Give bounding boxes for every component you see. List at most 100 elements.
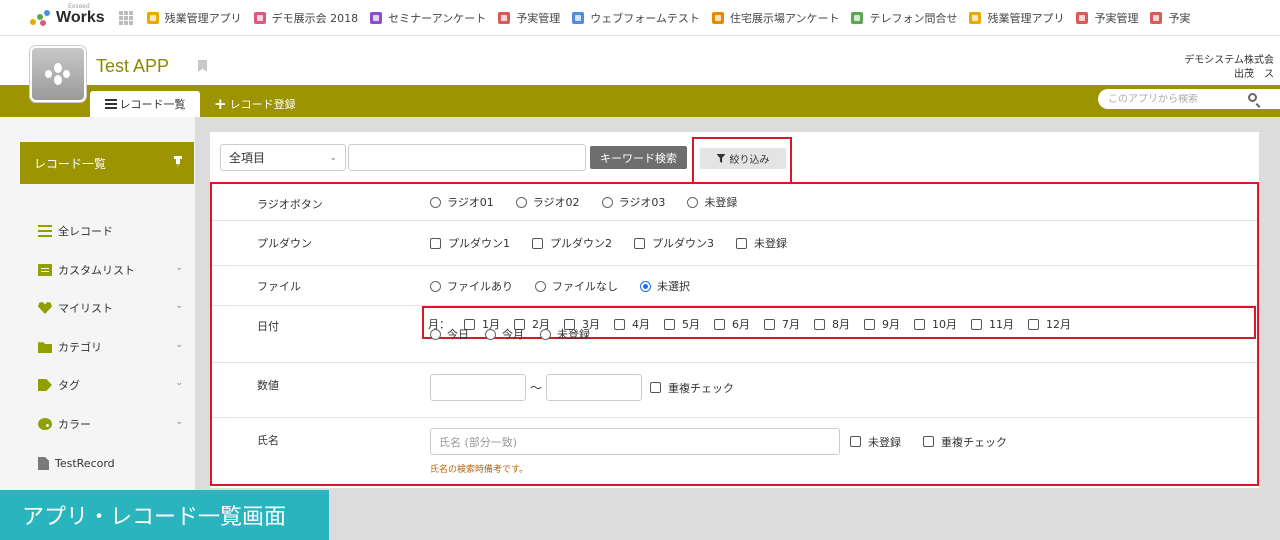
radio-radio[interactable] [430, 196, 441, 208]
month-checkbox[interactable] [614, 318, 625, 330]
bookmark-label: セミナーアンケート [388, 11, 487, 25]
dropdown-checkbox[interactable] [430, 237, 441, 249]
sidebar-item-label: TestRecord [55, 457, 115, 470]
month-option[interactable]: 4月 [614, 316, 650, 332]
user-info[interactable]: デモシステム株式会 出茂 ス [1184, 54, 1274, 82]
month-checkbox[interactable] [971, 318, 982, 330]
sidebar-header[interactable]: レコード一覧 [20, 142, 194, 184]
file-option[interactable]: ファイルあり [430, 278, 513, 294]
file-radio[interactable] [535, 280, 546, 292]
month-checkbox[interactable] [914, 318, 925, 330]
radio-radio[interactable] [687, 196, 699, 208]
filter-row-number: 数値 ～ 重複チェック [212, 363, 1257, 418]
bookmark-item[interactable]: テレフォン問合せ [851, 10, 957, 26]
radio-option[interactable]: 未登録 [687, 194, 737, 210]
funnel-icon [716, 154, 726, 163]
name-dup-check-checkbox[interactable] [923, 436, 934, 447]
app-grid-icon[interactable] [118, 10, 133, 25]
dropdown-option[interactable]: プルダウン2 [532, 235, 612, 251]
sidebar-item-category[interactable]: カテゴリ ⌄ [38, 339, 183, 355]
app-search-input[interactable] [1098, 93, 1238, 105]
sidebar-item-tag[interactable]: タグ ⌄ [38, 377, 183, 393]
sidebar-item-my-list[interactable]: マイリスト ⌄ [38, 300, 183, 316]
chevron-down-icon[interactable]: ⌄ [175, 263, 183, 273]
works-logo[interactable]: Exseed Works [30, 3, 105, 27]
file-option[interactable]: 未選択 [640, 278, 690, 294]
radio-radio[interactable] [515, 196, 527, 208]
bookmark-item[interactable]: ウェブフォームテスト [572, 10, 700, 26]
dropdown-option[interactable]: プルダウン3 [634, 235, 714, 251]
month-checkbox[interactable] [864, 318, 875, 330]
number-max-input[interactable] [546, 374, 643, 401]
month-option[interactable]: 12月 [1028, 316, 1071, 332]
bookmark-icon[interactable] [198, 60, 207, 72]
date-extra-option[interactable]: 未登録 [540, 326, 590, 342]
date-extra-option[interactable]: 今日 [430, 326, 469, 342]
chevron-down-icon[interactable]: ⌄ [175, 417, 183, 427]
month-checkbox[interactable] [1028, 318, 1039, 330]
filter-row-radio: ラジオボタン ラジオ01 ラジオ02 ラジオ03 未登録 [212, 184, 1257, 221]
checkbox-label: 未登録 [868, 435, 901, 449]
keyword-search-button[interactable]: キーワード検索 [590, 146, 687, 169]
logo-subtext: Exseed [68, 2, 90, 10]
month-option[interactable]: 7月 [764, 316, 800, 332]
chevron-down-icon[interactable]: ⌄ [175, 301, 183, 311]
dropdown-checkbox[interactable] [532, 237, 543, 249]
filter-label: 氏名 [257, 434, 279, 447]
radio-option[interactable]: ラジオ03 [601, 194, 665, 210]
file-radio[interactable] [640, 280, 651, 292]
month-option[interactable]: 11月 [971, 316, 1014, 332]
month-option[interactable]: 9月 [864, 316, 900, 332]
dropdown-option[interactable]: 未登録 [736, 235, 787, 251]
bookmark-item[interactable]: 残業管理アプリ [146, 10, 242, 26]
bookmark-item[interactable]: セミナーアンケート [370, 10, 486, 26]
sidebar-item-color[interactable]: カラー ⌄ [38, 416, 183, 432]
file-radio[interactable] [430, 280, 441, 292]
sidebar-item-all-records[interactable]: 全レコード [38, 223, 183, 239]
date-extra-radio[interactable] [540, 328, 551, 340]
month-option[interactable]: 10月 [914, 316, 957, 332]
bookmark-item[interactable]: 予実管理 [498, 10, 560, 26]
month-option[interactable]: 8月 [814, 316, 850, 332]
sidebar-item-label: カスタムリスト [58, 264, 135, 277]
bookmark-item[interactable]: デモ展示会 2018 [253, 10, 359, 26]
chevron-down-icon[interactable]: ⌄ [175, 378, 183, 388]
search-icon[interactable] [1248, 93, 1257, 102]
radio-option[interactable]: ラジオ01 [430, 194, 494, 210]
dropdown-checkbox[interactable] [634, 237, 645, 249]
number-min-input[interactable] [430, 374, 526, 401]
dropdown-option[interactable]: プルダウン1 [430, 235, 510, 251]
bookmark-item[interactable]: 住宅展示場アンケート [711, 10, 839, 26]
number-dup-check-checkbox[interactable] [650, 382, 662, 393]
month-checkbox[interactable] [664, 318, 675, 330]
date-extra-radio[interactable] [430, 328, 441, 340]
month-checkbox[interactable] [714, 318, 725, 330]
filter-button[interactable]: 絞り込み [700, 148, 786, 169]
bookmark-item[interactable]: 予実 [1150, 10, 1190, 26]
date-extra-radio[interactable] [485, 328, 496, 340]
month-checkbox[interactable] [764, 318, 775, 330]
pin-icon[interactable] [174, 156, 182, 168]
bookmark-item[interactable]: 残業管理アプリ [969, 10, 1064, 26]
radio-radio[interactable] [601, 196, 613, 208]
radio-option[interactable]: ラジオ02 [515, 194, 580, 210]
month-checkbox[interactable] [814, 318, 825, 330]
month-option[interactable]: 5月 [664, 316, 700, 332]
date-extra-option[interactable]: 今月 [485, 326, 524, 342]
sidebar-item-testrecord[interactable]: TestRecord [38, 457, 183, 470]
tab-record-register[interactable]: + レコード登録 [214, 91, 296, 117]
bookmark-label: デモ展示会 2018 [271, 11, 359, 25]
tab-record-list[interactable]: レコード一覧 [90, 91, 200, 117]
month-option[interactable]: 6月 [714, 316, 750, 332]
file-option[interactable]: ファイルなし [535, 278, 618, 294]
bookmark-item[interactable]: 予実管理 [1076, 10, 1138, 26]
sidebar-item-custom-list[interactable]: カスタムリスト ⌄ [38, 262, 183, 278]
name-input[interactable]: 氏名 (部分一致) [430, 428, 840, 455]
name-unregistered-checkbox[interactable] [850, 436, 861, 447]
dropdown-checkbox[interactable] [736, 237, 747, 249]
option-label: 未登録 [704, 196, 738, 209]
chevron-down-icon[interactable]: ⌄ [175, 340, 183, 350]
keyword-input[interactable] [348, 144, 586, 171]
field-select[interactable]: 全項目 ⌄ [220, 144, 346, 171]
option-label: ファイルあり [447, 280, 513, 293]
